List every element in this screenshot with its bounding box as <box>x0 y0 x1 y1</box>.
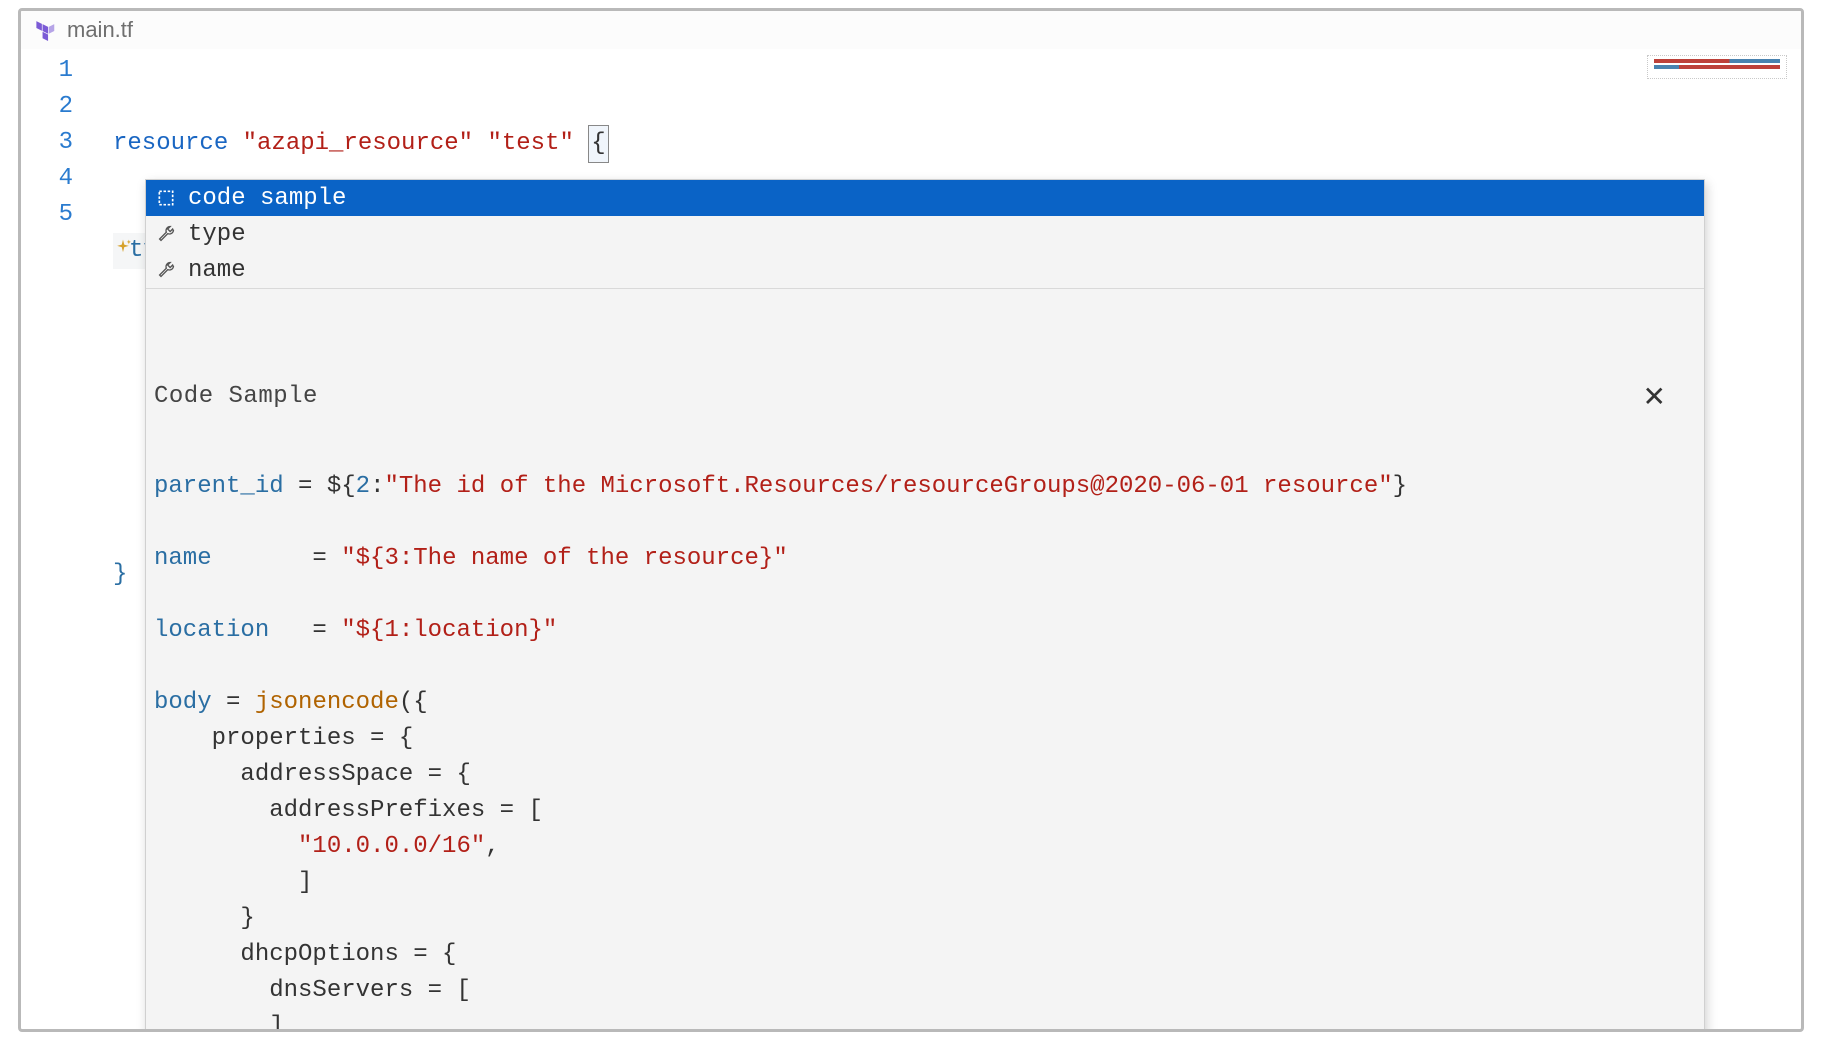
code-line: resource "azapi_resource" "test" { <box>113 125 1801 161</box>
doc-line: ] <box>154 1009 1680 1032</box>
doc-line: dhcpOptions = { <box>154 937 1680 973</box>
file-tab-label: main.tf <box>67 17 133 43</box>
close-icon[interactable]: ✕ <box>1637 379 1672 415</box>
line-gutter: 1 2 3 4 5 <box>21 49 113 1029</box>
doc-line: properties = { <box>154 721 1680 757</box>
intellisense-popup: code sample type name Code Sample ✕ parent… <box>145 179 1705 1032</box>
suggestion-item[interactable]: code sample <box>146 180 1704 216</box>
doc-line: ] <box>154 865 1680 901</box>
line-number: 2 <box>21 89 113 125</box>
doc-line: "10.0.0.0/16", <box>154 829 1680 865</box>
suggestion-label: type <box>188 221 246 248</box>
suggestion-item[interactable]: name <box>146 252 1704 288</box>
token-brace: } <box>113 561 127 588</box>
line-number: 1 <box>21 53 113 89</box>
terraform-icon <box>35 19 57 41</box>
doc-line: name = "${3:The name of the resource}" <box>154 541 1680 577</box>
suggestion-item[interactable]: type <box>146 216 1704 252</box>
token-string: "azapi_resource" <box>243 130 473 157</box>
token-string: "test" <box>487 130 573 157</box>
doc-line: body = jsonencode({ <box>154 685 1680 721</box>
wrench-icon <box>152 220 180 248</box>
doc-line: } <box>154 901 1680 937</box>
editor-frame: main.tf 1 2 3 4 5 resource "azapi_resour… <box>18 8 1804 1032</box>
suggestion-label: name <box>188 257 246 284</box>
line-number: 3 <box>21 125 113 161</box>
doc-title: Code Sample <box>154 379 318 415</box>
doc-line: location = "${1:location}" <box>154 613 1680 649</box>
doc-line: addressPrefixes = [ <box>154 793 1680 829</box>
doc-line: dnsServers = [ <box>154 973 1680 1009</box>
line-number: 4 <box>21 161 113 197</box>
token-brace: { <box>588 125 608 163</box>
line-number: 5 <box>21 197 113 233</box>
file-tab[interactable]: main.tf <box>21 11 1801 49</box>
snippet-icon <box>152 184 180 212</box>
documentation-panel: Code Sample ✕ parent_id = ${2:"The id of… <box>146 288 1704 1032</box>
suggestion-label: code sample <box>188 185 346 212</box>
token-keyword: resource <box>113 130 228 157</box>
doc-line: addressSpace = { <box>154 757 1680 793</box>
wrench-icon <box>152 256 180 284</box>
doc-line: parent_id = ${2:"The id of the Microsoft… <box>154 469 1680 505</box>
